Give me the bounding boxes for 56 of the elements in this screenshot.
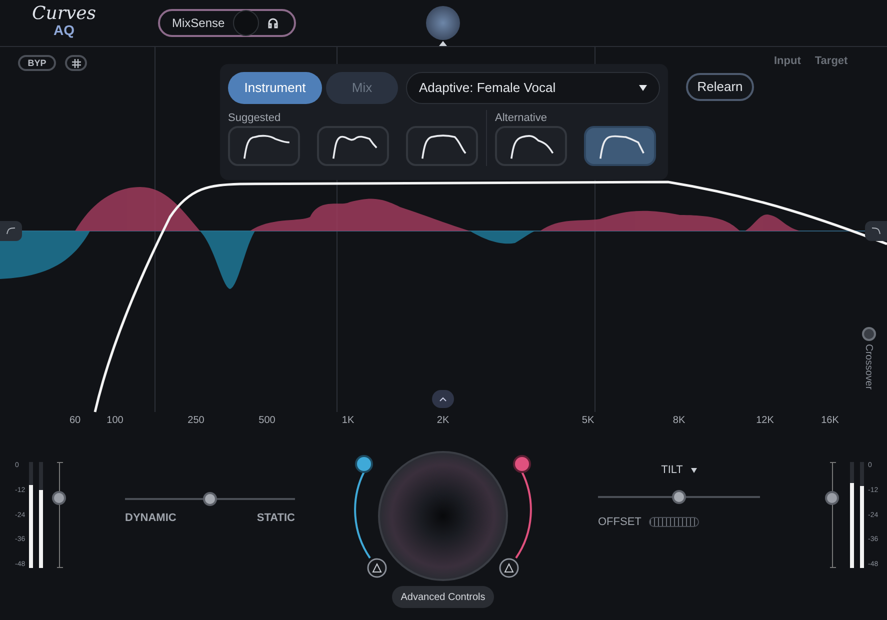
fader-thumb[interactable]: [52, 491, 66, 506]
frequency-label: 500: [258, 414, 276, 428]
high-cut-tab[interactable]: [865, 221, 887, 241]
tilt-slider[interactable]: [598, 490, 760, 504]
slider-left-label: DYNAMIC: [125, 511, 176, 526]
preset-button[interactable]: [228, 126, 300, 166]
grid-icon: [72, 58, 80, 68]
preset-button[interactable]: [406, 126, 478, 166]
headphones-icon[interactable]: [266, 17, 279, 29]
triangle-button[interactable]: [499, 558, 519, 578]
legend-label: Target: [814, 54, 848, 69]
right-handle[interactable]: [513, 455, 531, 473]
offset-label: OFFSET: [598, 515, 642, 530]
advanced-controls-button[interactable]: Advanced Controls: [392, 586, 494, 608]
slider-thumb[interactable]: [672, 490, 686, 504]
offset-wheel[interactable]: [649, 517, 700, 528]
frequency-label: 60: [69, 414, 81, 428]
character-slider[interactable]: [125, 492, 295, 506]
frequency-label: 2K: [436, 414, 450, 428]
slider-thumb[interactable]: [203, 492, 217, 506]
preset-button[interactable]: [495, 126, 567, 166]
frequency-label: 1K: [342, 414, 354, 428]
tilt-label: TILT: [661, 462, 683, 478]
fader-thumb[interactable]: [825, 491, 839, 506]
mode-orb-button[interactable]: [426, 6, 460, 40]
frequency-label: 12K: [756, 414, 774, 428]
source-tab[interactable]: Instrument: [228, 72, 322, 104]
preset-button[interactable]: [317, 126, 389, 166]
crossover-label: Crossover: [862, 344, 875, 390]
logo: Curves AQ: [30, 5, 98, 40]
relearn-button[interactable]: Relearn: [686, 73, 754, 101]
bypass-button[interactable]: BYP: [18, 55, 56, 71]
high-cut-icon: [871, 227, 881, 235]
profile-dropdown[interactable]: Adaptive: Female Vocal: [406, 72, 660, 104]
frequency-label: 250: [188, 414, 204, 428]
expand-button[interactable]: [432, 390, 454, 408]
chevron-up-icon: [439, 396, 447, 402]
frequency-label: 5K: [582, 414, 594, 428]
mixsense-knob[interactable]: [232, 10, 259, 36]
low-cut-tab[interactable]: [0, 221, 22, 241]
frequency-label: 16K: [821, 414, 839, 428]
group-label: Suggested: [228, 111, 282, 126]
group-label: Alternative: [495, 111, 548, 126]
dropdown-caret-icon: [639, 85, 647, 91]
dropdown-caret-icon: [690, 468, 697, 472]
frequency-label: 8K: [672, 414, 686, 428]
legend-label: Input: [774, 54, 801, 69]
left-handle[interactable]: [355, 455, 373, 473]
grid-button[interactable]: [65, 55, 87, 71]
slider-right-label: STATIC: [256, 511, 295, 526]
crossover-radio[interactable]: [862, 327, 876, 341]
preset-button[interactable]: [584, 126, 656, 166]
triangle-button[interactable]: [367, 558, 387, 578]
low-cut-icon: [6, 227, 16, 235]
frequency-label: 100: [106, 414, 124, 428]
mixsense-control[interactable]: MixSense: [158, 9, 296, 37]
